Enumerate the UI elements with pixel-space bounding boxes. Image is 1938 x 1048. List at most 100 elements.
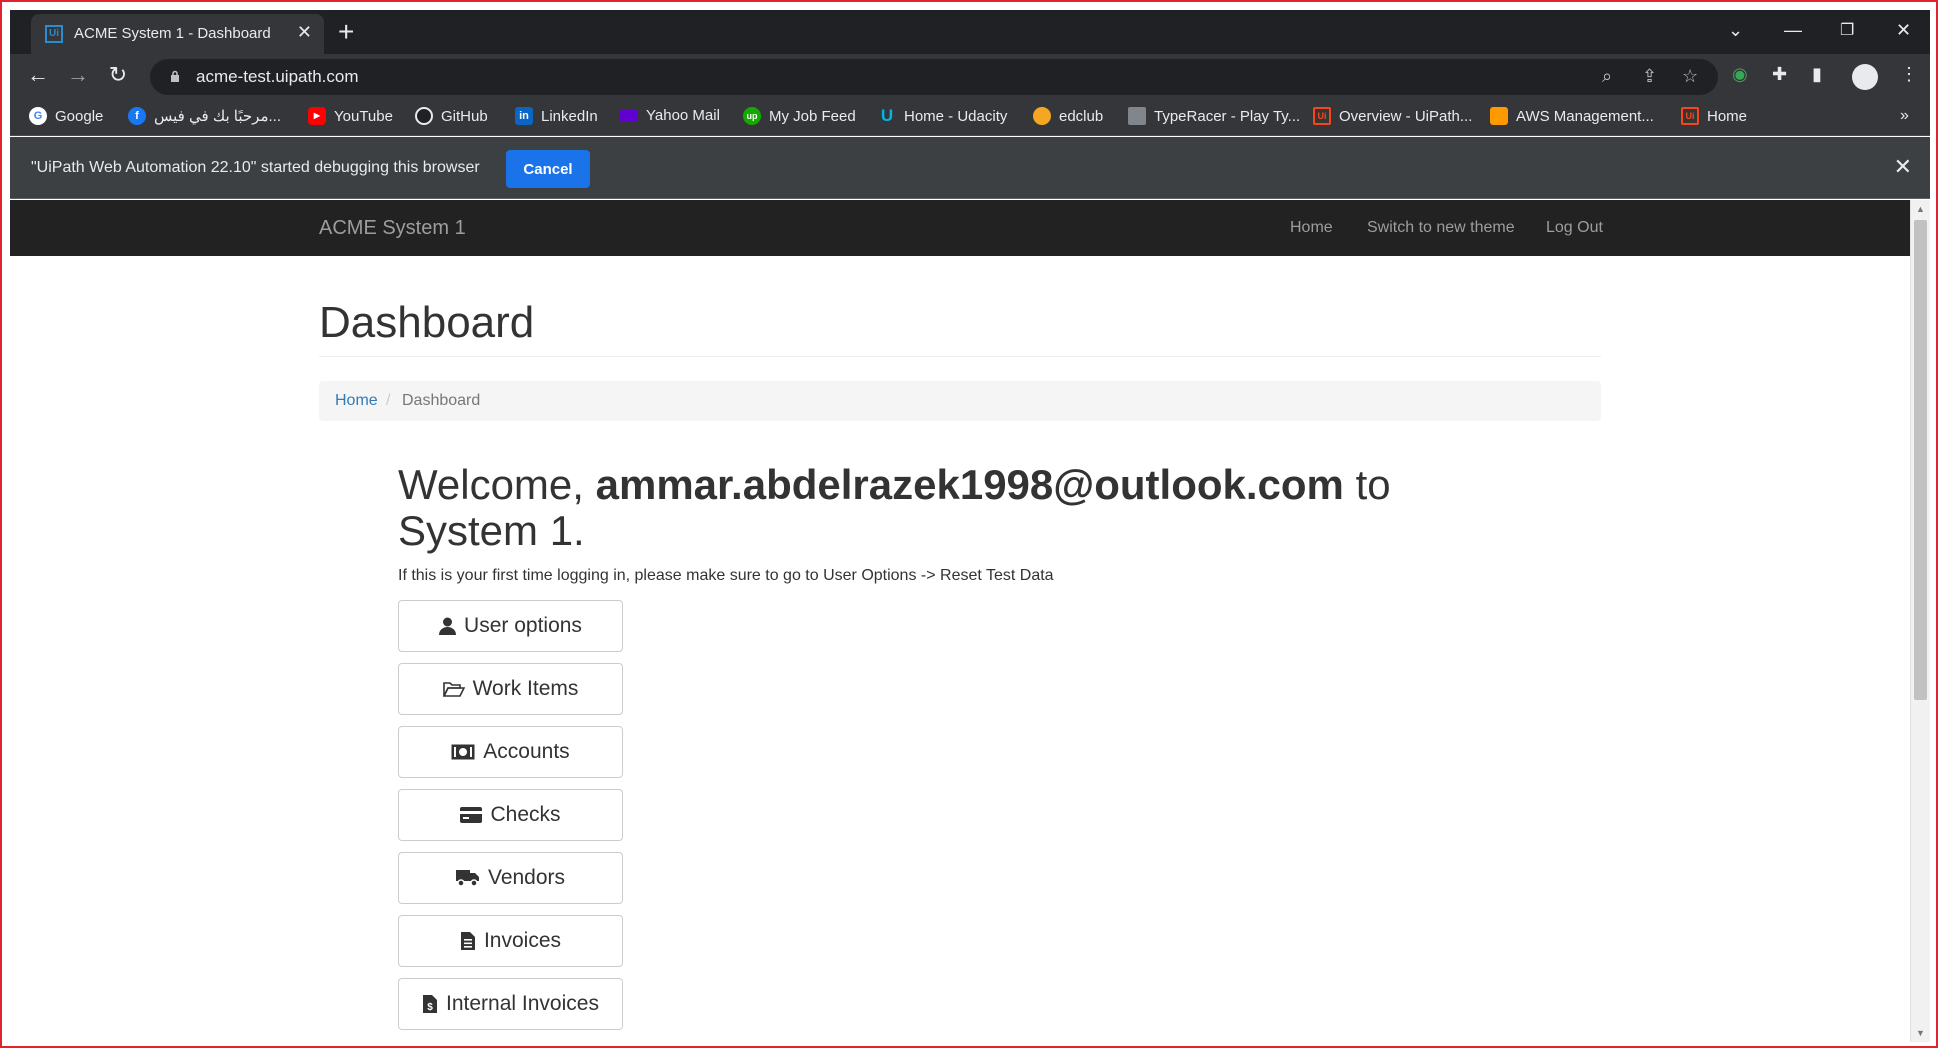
udacity-icon: U <box>880 106 894 125</box>
bottom-edge <box>2 1042 1936 1046</box>
browser-window: Ui ACME System 1 - Dashboard ✕ + ⌄ — ❐ ✕… <box>0 0 1938 1048</box>
bookmarks-overflow-icon[interactable]: » <box>1900 107 1909 125</box>
user-options-button[interactable]: User options <box>398 600 623 652</box>
navbar-brand[interactable]: ACME System 1 <box>319 217 466 240</box>
breadcrumb: Home / Dashboard <box>319 381 1601 421</box>
uipath-icon: Ui <box>1313 107 1331 125</box>
close-infobar-icon[interactable]: ✕ <box>1894 154 1912 180</box>
work-items-button[interactable]: Work Items <box>398 663 623 715</box>
bookmark-label: Home <box>1707 107 1748 125</box>
typeracer-icon <box>1128 107 1146 125</box>
nav-switch-theme-link[interactable]: Switch to new theme <box>1367 219 1515 237</box>
breadcrumb-current: Dashboard <box>402 392 481 409</box>
address-bar[interactable]: acme-test.uipath.com ⌕ ⇪ ☆ <box>150 59 1718 95</box>
side-panel-icon[interactable]: ▮ <box>1812 64 1822 85</box>
vendors-button[interactable]: Vendors <box>398 852 623 904</box>
invoices-button[interactable]: Invoices <box>398 915 623 967</box>
bookmark-github[interactable]: GitHub <box>415 107 488 125</box>
credit-card-icon <box>460 807 483 823</box>
minimize-icon[interactable]: — <box>1784 20 1802 41</box>
url-text: acme-test.uipath.com <box>196 67 359 86</box>
facebook-icon: f <box>128 107 146 125</box>
svg-text:$: $ <box>427 1002 433 1013</box>
truck-icon <box>455 870 479 887</box>
bookmark-udacity[interactable]: U Home - Udacity <box>878 106 1008 125</box>
bookmark-uipath-home[interactable]: Ui Home <box>1681 107 1747 125</box>
user-icon <box>439 617 457 635</box>
bookmark-aws[interactable]: AWS Management... <box>1490 107 1654 125</box>
page-viewport: ACME System 1 Home Switch to new theme L… <box>10 200 1910 1042</box>
money-icon <box>451 744 475 760</box>
bookmark-facebook[interactable]: f مرحبًا بك في فيس... <box>128 107 281 125</box>
google-icon: G <box>29 107 47 125</box>
aws-icon <box>1490 107 1508 125</box>
bookmark-my-job-feed[interactable]: up My Job Feed <box>743 107 856 125</box>
button-label: Checks <box>490 803 561 826</box>
site-navbar: ACME System 1 Home Switch to new theme L… <box>10 200 1910 256</box>
profile-avatar[interactable] <box>1852 64 1878 90</box>
cancel-debugging-button[interactable]: Cancel <box>506 150 590 188</box>
bookmark-yahoo-mail[interactable]: Yahoo Mail <box>620 107 720 124</box>
bookmark-linkedin[interactable]: in LinkedIn <box>515 107 598 125</box>
debugging-infobar: "UiPath Web Automation 22.10" started de… <box>10 137 1930 199</box>
bookmark-label: edclub <box>1059 107 1104 125</box>
bookmark-label: AWS Management... <box>1516 107 1654 125</box>
extension-uipath-icon[interactable]: ◉ <box>1732 64 1748 85</box>
bookmark-label: Home - Udacity <box>904 107 1008 125</box>
tab-title: ACME System 1 - Dashboard <box>74 25 271 42</box>
bookmark-edclub[interactable]: edclub <box>1033 107 1103 125</box>
first-time-note: If this is your first time logging in, p… <box>398 567 1054 584</box>
bookmark-label: YouTube <box>334 107 393 125</box>
bookmark-label: Overview - UiPath... <box>1339 107 1473 125</box>
bookmark-label: Yahoo Mail <box>646 107 720 124</box>
title-divider <box>319 356 1601 357</box>
button-label: User options <box>464 614 582 637</box>
checks-button[interactable]: Checks <box>398 789 623 841</box>
scrollbar-thumb[interactable] <box>1914 220 1927 700</box>
back-icon[interactable]: ← <box>23 62 53 88</box>
nav-home-link[interactable]: Home <box>1290 219 1333 237</box>
restore-icon[interactable]: ❐ <box>1840 20 1854 40</box>
bookmark-label: GitHub <box>441 107 488 125</box>
bookmark-uipath-overview[interactable]: Ui Overview - UiPath... <box>1313 107 1472 125</box>
close-window-icon[interactable]: ✕ <box>1896 20 1911 41</box>
bookmark-label: My Job Feed <box>769 107 856 125</box>
nav-logout-link[interactable]: Log Out <box>1546 219 1603 237</box>
accounts-button[interactable]: Accounts <box>398 726 623 778</box>
welcome-heading: Welcome, ammar.abdelrazek1998@outlook.co… <box>398 462 1538 554</box>
bookmark-youtube[interactable]: ▶ YouTube <box>308 107 393 125</box>
tab-search-chevron-icon[interactable]: ⌄ <box>1728 20 1743 41</box>
welcome-user-email: ammar.abdelrazek1998@outlook.com <box>595 461 1344 508</box>
breadcrumb-home-link[interactable]: Home <box>335 392 378 410</box>
button-label: Accounts <box>483 740 570 763</box>
bookmark-star-icon[interactable]: ☆ <box>1682 66 1698 87</box>
scroll-up-icon[interactable]: ▲ <box>1916 204 1925 214</box>
button-label: Invoices <box>483 929 562 952</box>
browser-toolbar: ← → ↻ acme-test.uipath.com ⌕ ⇪ ☆ ◉ ✚ ▮ ⋮ <box>10 54 1930 100</box>
bookmarks-bar: G Google f مرحبًا بك في فيس... ▶ YouTube… <box>10 100 1930 136</box>
bookmark-label: مرحبًا بك في فيس... <box>154 108 282 125</box>
extensions-puzzle-icon[interactable]: ✚ <box>1772 64 1787 85</box>
github-icon <box>415 107 433 125</box>
button-label: Internal Invoices <box>446 992 599 1015</box>
bookmark-label: Google <box>55 107 104 125</box>
internal-invoices-button[interactable]: $ Internal Invoices <box>398 978 623 1030</box>
menu-kebab-icon[interactable]: ⋮ <box>1900 64 1918 85</box>
scroll-down-icon[interactable]: ▼ <box>1916 1028 1925 1038</box>
bookmark-google[interactable]: G Google <box>29 107 103 125</box>
new-tab-icon[interactable]: + <box>338 16 354 48</box>
debugging-message: "UiPath Web Automation 22.10" started de… <box>31 159 480 176</box>
tab-active[interactable]: Ui ACME System 1 - Dashboard ✕ <box>31 14 324 54</box>
bookmark-typeracer[interactable]: TypeRacer - Play Ty... <box>1128 107 1300 125</box>
tab-close-icon[interactable]: ✕ <box>297 22 312 43</box>
bookmark-label: LinkedIn <box>541 107 598 125</box>
reload-icon[interactable]: ↻ <box>103 62 133 88</box>
welcome-prefix: Welcome, <box>398 461 596 508</box>
page-scrollbar[interactable]: ▲ ▼ <box>1910 200 1930 1042</box>
edclub-icon <box>1033 107 1051 125</box>
button-label: Vendors <box>487 866 566 889</box>
zoom-icon[interactable]: ⌕ <box>1602 66 1612 87</box>
forward-icon[interactable]: → <box>63 62 93 88</box>
folder-open-icon <box>442 682 465 697</box>
share-icon[interactable]: ⇪ <box>1642 66 1657 87</box>
